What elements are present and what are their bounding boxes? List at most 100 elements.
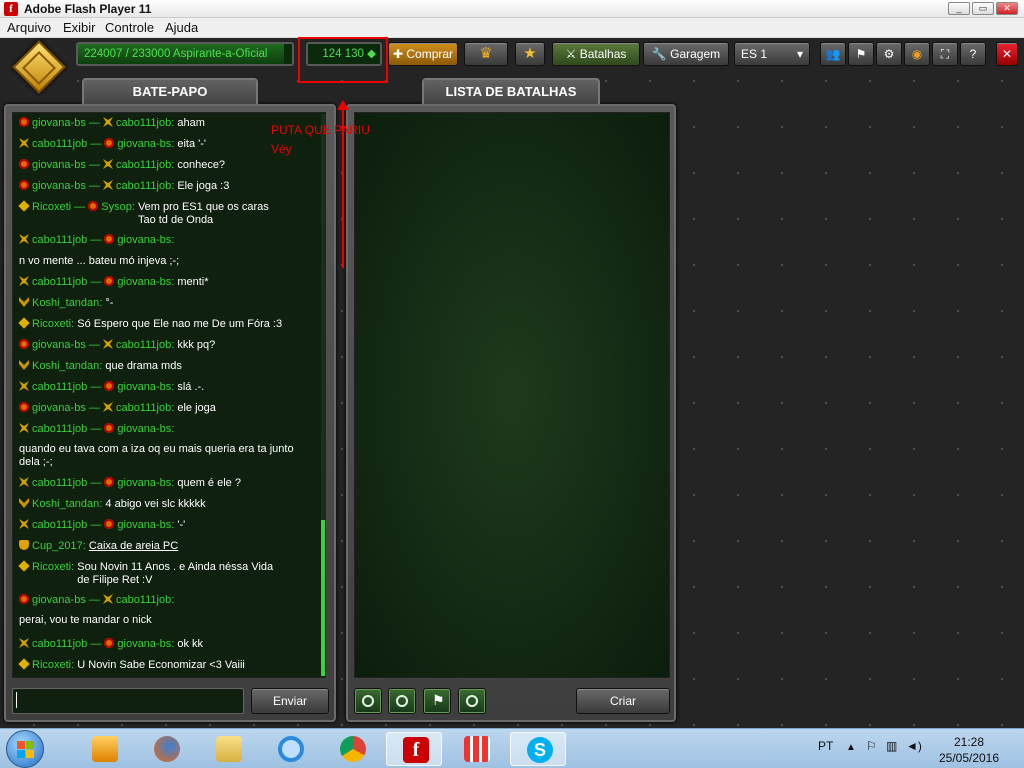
chrome-taskbar-icon[interactable] (324, 732, 380, 766)
sender-name[interactable]: cabo111job (32, 276, 87, 288)
sender-name[interactable]: giovana-bs (32, 117, 86, 129)
filter-dm-button[interactable] (354, 688, 382, 714)
battles-button[interactable]: ⚔ Batalhas (552, 42, 640, 66)
recipient-name[interactable]: giovana-bs (117, 519, 171, 531)
premium-button[interactable]: ♛ (464, 42, 508, 66)
sender-name[interactable]: Koshi_tandan (32, 498, 99, 510)
sound-button[interactable]: ◉ (904, 42, 930, 66)
recipient-name[interactable]: cabo111job (116, 159, 171, 171)
explorer-taskbar-icon[interactable] (200, 732, 256, 766)
skype-taskbar-icon[interactable]: S (510, 732, 566, 766)
recipient-name[interactable]: giovana-bs (117, 381, 171, 393)
separator: — (87, 276, 105, 288)
chat-input[interactable] (12, 688, 244, 714)
recipient-name[interactable]: giovana-bs (117, 638, 171, 650)
sender-name[interactable]: Koshi_tandan (32, 297, 99, 309)
chat-message: Ricoxeti — Sysop: Vem pro ES1 que os car… (18, 200, 309, 227)
rank-icon (102, 594, 113, 604)
recipient-name[interactable]: giovana-bs (117, 477, 171, 489)
chat-message: cabo111job — giovana-bs: menti* (19, 276, 309, 289)
sender-name[interactable]: Ricoxeti (32, 318, 71, 330)
filter-tdm-button[interactable] (388, 688, 416, 714)
battle-list[interactable] (354, 112, 670, 678)
sender-name[interactable]: Cup_2017 (32, 540, 83, 552)
favorites-button[interactable]: ★ (515, 42, 545, 66)
recipient-name[interactable]: cabo111job (116, 117, 171, 129)
sender-name[interactable]: cabo111job (32, 423, 87, 435)
network-tray-icon[interactable]: ▥ (886, 739, 897, 753)
separator: — (85, 117, 103, 129)
filter-cp-button[interactable] (458, 688, 486, 714)
sender-name[interactable]: cabo111job (32, 519, 87, 531)
clock[interactable]: 21:28 25/05/2016 (936, 734, 1002, 766)
server-select[interactable]: ES 1 ▾ (734, 42, 810, 66)
recipient-name[interactable]: giovana-bs (117, 234, 171, 246)
sender-name[interactable]: giovana-bs (32, 594, 86, 606)
volume-tray-icon[interactable]: ◄) (906, 739, 922, 753)
rank-icon (19, 297, 29, 307)
ie-taskbar-icon[interactable] (262, 732, 318, 766)
recipient-name[interactable]: giovana-bs (117, 138, 171, 150)
sender-name[interactable]: Ricoxeti (32, 561, 71, 573)
recipient-name[interactable]: cabo111job (116, 180, 171, 192)
chevron-down-icon: ▾ (796, 47, 803, 61)
maximize-button[interactable]: ▭ (972, 2, 994, 15)
start-button[interactable] (6, 730, 44, 768)
point-icon (466, 695, 478, 707)
sender-name[interactable]: cabo111job (32, 477, 87, 489)
recipient-name[interactable]: cabo111job (116, 594, 171, 606)
menu-arquivo[interactable]: Arquivo (7, 20, 51, 35)
chat-tab[interactable]: BATE-PAPO (82, 78, 258, 104)
menu-controle[interactable]: Controle (105, 20, 154, 35)
menu-exibir[interactable]: Exibir (63, 20, 96, 35)
exit-button[interactable]: ✕ (996, 42, 1018, 66)
flag-tray-icon[interactable]: ⚐ (866, 739, 877, 753)
sender-name[interactable]: Ricoxeti (32, 201, 71, 213)
garage-button[interactable]: 🔧 Garagem (643, 42, 729, 66)
buy-button[interactable]: ✚ Comprar (388, 42, 458, 66)
media-player-taskbar-icon[interactable] (76, 732, 132, 766)
rank-icon (102, 402, 113, 412)
sender-name[interactable]: giovana-bs (32, 402, 86, 414)
sender-name[interactable]: giovana-bs (32, 339, 86, 351)
sender-name[interactable]: giovana-bs (32, 180, 86, 192)
send-button[interactable]: Enviar (251, 688, 329, 714)
separator: — (85, 339, 103, 351)
sender-name[interactable]: Ricoxeti (32, 659, 71, 671)
chat-scrollbar[interactable] (321, 114, 325, 676)
chat-message: Ricoxeti: Só Espero que Ele nao me De um… (18, 317, 309, 331)
sender-name[interactable]: cabo111job (32, 234, 87, 246)
message-text: conhece? (177, 159, 226, 171)
sender-name[interactable]: Koshi_tandan (32, 360, 99, 372)
sender-name[interactable]: cabo111job (32, 381, 87, 393)
recipient-name[interactable]: giovana-bs (117, 276, 171, 288)
separator: — (87, 477, 105, 489)
clan-button[interactable]: ⚑ (848, 42, 874, 66)
recipient-name[interactable]: cabo111job (116, 402, 171, 414)
apps-taskbar-icon[interactable] (448, 732, 504, 766)
menu-ajuda[interactable]: Ajuda (165, 20, 198, 35)
sender-name[interactable]: giovana-bs (32, 159, 86, 171)
create-battle-button[interactable]: Criar (576, 688, 670, 714)
filter-ctf-button[interactable]: ⚑ (423, 688, 451, 714)
friends-button[interactable]: 👥 (820, 42, 846, 66)
minimize-button[interactable]: _ (948, 2, 970, 15)
sender-name[interactable]: cabo111job (32, 138, 87, 150)
settings-button[interactable]: ⚙ (876, 42, 902, 66)
firefox-taskbar-icon[interactable] (138, 732, 194, 766)
battles-tab[interactable]: LISTA DE BATALHAS (422, 78, 600, 104)
sender-name[interactable]: cabo111job (32, 638, 87, 650)
fullscreen-button[interactable]: ⛶ (932, 42, 958, 66)
message-link[interactable]: Caixa de areia PC (89, 540, 178, 553)
help-button[interactable]: ? (960, 42, 986, 66)
recipient-name[interactable]: Sysop (101, 201, 132, 213)
tray-expand-icon[interactable]: ▲ (846, 742, 856, 753)
flash-taskbar-icon[interactable]: f (386, 732, 442, 766)
recipient-name[interactable]: giovana-bs (117, 423, 171, 435)
chat-message: perai, vou te mandar o nick (19, 614, 309, 627)
language-indicator[interactable]: PT (818, 739, 833, 753)
chat-scroll-thumb[interactable] (321, 520, 325, 676)
close-window-button[interactable]: ✕ (996, 2, 1018, 15)
rank-icon (19, 276, 29, 286)
recipient-name[interactable]: cabo111job (116, 339, 171, 351)
